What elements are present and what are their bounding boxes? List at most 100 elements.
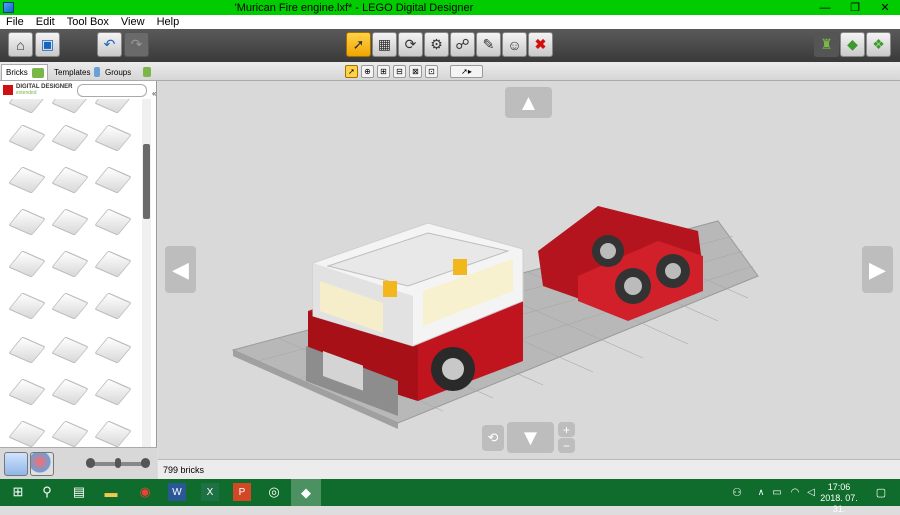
reset-view-icon[interactable]: ⟲ [482,425,504,451]
pan-down-arrow[interactable]: ▼ [507,422,554,453]
brick-item[interactable] [51,124,89,152]
zoom-plus-icon[interactable] [141,458,150,468]
lego-digital-designer-taskbar-icon[interactable]: ◆ [291,479,321,506]
pan-up-arrow[interactable]: ▲ [505,87,552,118]
brick-item[interactable] [94,208,132,236]
excel-icon[interactable]: X [201,483,219,501]
tab-templates[interactable]: Templates [50,64,100,80]
close-button[interactable]: ✕ [870,0,900,15]
delete-tool-icon[interactable]: ✖ [528,32,553,57]
save-icon[interactable]: ▣ [35,32,60,57]
pan-right-arrow[interactable]: ▶ [862,246,893,293]
brick-item[interactable] [8,336,46,364]
brick-item[interactable] [94,336,132,364]
tab-templates-label: Templates [54,67,91,77]
restore-button[interactable]: ❐ [840,0,870,15]
decoration-tool-icon[interactable]: ☺ [502,32,527,57]
palette-scrollbar[interactable] [142,99,151,447]
menu-toolbox[interactable]: Tool Box [61,16,115,28]
redo-icon[interactable]: ↷ [124,32,149,57]
color-palette-icon[interactable] [30,452,54,476]
build-mode-icon[interactable]: ♜ [814,32,839,57]
zoom-slider[interactable] [86,458,150,468]
brick-item[interactable] [94,292,132,320]
brick-item[interactable] [94,420,132,447]
tab-bricks[interactable]: Bricks [1,64,48,80]
brick-item[interactable] [51,336,89,364]
select-tool-icon[interactable]: ➚ [346,32,371,57]
undo-icon[interactable]: ↶ [97,32,122,57]
system-clock[interactable]: 17:06 2018. 07. 31. [815,482,863,515]
fire-engine-model[interactable] [158,81,900,459]
brick-item[interactable] [94,378,132,406]
title-bar: 'Murican Fire engine.lxf* - LEGO Digital… [0,0,900,15]
tab-groups[interactable]: Groups [101,64,151,80]
pan-left-arrow[interactable]: ◀ [165,246,196,293]
menu-help[interactable]: Help [151,16,186,28]
word-icon[interactable]: W [168,483,186,501]
task-view-icon[interactable]: ▤ [70,483,88,501]
zoom-out-icon[interactable]: − [558,438,575,453]
clock-time: 17:06 [827,482,851,492]
windows-taskbar: ⊞ ⚲ ▤ ▬ ◉ W X P ◎ ◆ ⚇ ∧ ▭ ◠ ◁ 17:06 2018… [0,479,900,514]
chrome-icon[interactable]: ◉ [136,483,154,501]
windows-start-icon[interactable]: ⊞ [9,483,27,501]
people-icon[interactable]: ⚇ [728,483,746,501]
circle-app-icon[interactable]: ◎ [265,483,283,501]
invert-select-icon[interactable]: ⊡ [425,65,438,78]
minimize-button[interactable]: — [810,0,840,15]
connected-select-icon[interactable]: ⊕ [361,65,374,78]
menu-edit[interactable]: Edit [30,16,61,28]
brick-list [0,99,142,447]
brick-count: 799 bricks [163,464,205,475]
brick-search-input[interactable] [77,84,147,97]
zoom-in-icon[interactable]: + [558,422,575,437]
home-icon[interactable]: ⌂ [8,32,33,57]
color-select-icon[interactable]: ⊞ [377,65,390,78]
battery-icon[interactable]: ▭ [768,483,786,501]
brick-item[interactable] [51,420,89,447]
collapse-panel-icon[interactable]: « [152,89,156,98]
file-explorer-icon[interactable]: ▬ [102,483,120,501]
select-mode-icon[interactable]: ➚▸ [450,65,483,78]
brick-item[interactable] [8,420,46,447]
brick-item[interactable] [8,166,46,194]
menu-view[interactable]: View [115,16,151,28]
shape-select-icon[interactable]: ⊟ [393,65,406,78]
color-shape-select-icon[interactable]: ⊠ [409,65,422,78]
brick-item[interactable] [51,99,89,114]
3d-viewport[interactable]: ▲ ◀ ▶ ▼ ⟲ + − [158,81,900,459]
brick-item[interactable] [51,166,89,194]
paint-tool-icon[interactable]: ✎ [476,32,501,57]
brick-item[interactable] [8,208,46,236]
brick-item[interactable] [94,166,132,194]
menu-bar: File Edit Tool Box View Help [0,15,900,29]
hinge-align-tool-icon[interactable]: ⚙ [424,32,449,57]
hinge-tool-icon[interactable]: ⟳ [398,32,423,57]
scrollbar-thumb[interactable] [143,144,150,219]
brick-item[interactable] [51,378,89,406]
brick-item[interactable] [51,208,89,236]
brick-item[interactable] [8,99,46,114]
powerpoint-icon[interactable]: P [233,483,251,501]
brick-item[interactable] [94,124,132,152]
brick-view-icon[interactable] [4,452,28,476]
notification-icon[interactable]: ▢ [872,483,890,501]
brick-item[interactable] [51,292,89,320]
menu-file[interactable]: File [0,16,30,28]
single-select-icon[interactable]: ➚ [345,65,358,78]
brick-item[interactable] [8,378,46,406]
brick-item[interactable] [8,292,46,320]
brick-item[interactable] [94,250,132,278]
view-mode-icon[interactable]: ◆ [840,32,865,57]
zoom-slider-knob[interactable] [115,458,121,468]
flex-tool-icon[interactable]: ☍ [450,32,475,57]
brick-item[interactable] [8,250,46,278]
brick-item[interactable] [8,124,46,152]
clone-tool-icon[interactable]: ▦ [372,32,397,57]
building-guide-icon[interactable]: ❖ [866,32,891,57]
brick-item[interactable] [94,99,132,114]
brick-item[interactable] [51,250,89,278]
search-icon[interactable]: ⚲ [38,483,56,501]
zoom-minus-icon[interactable] [86,458,95,468]
